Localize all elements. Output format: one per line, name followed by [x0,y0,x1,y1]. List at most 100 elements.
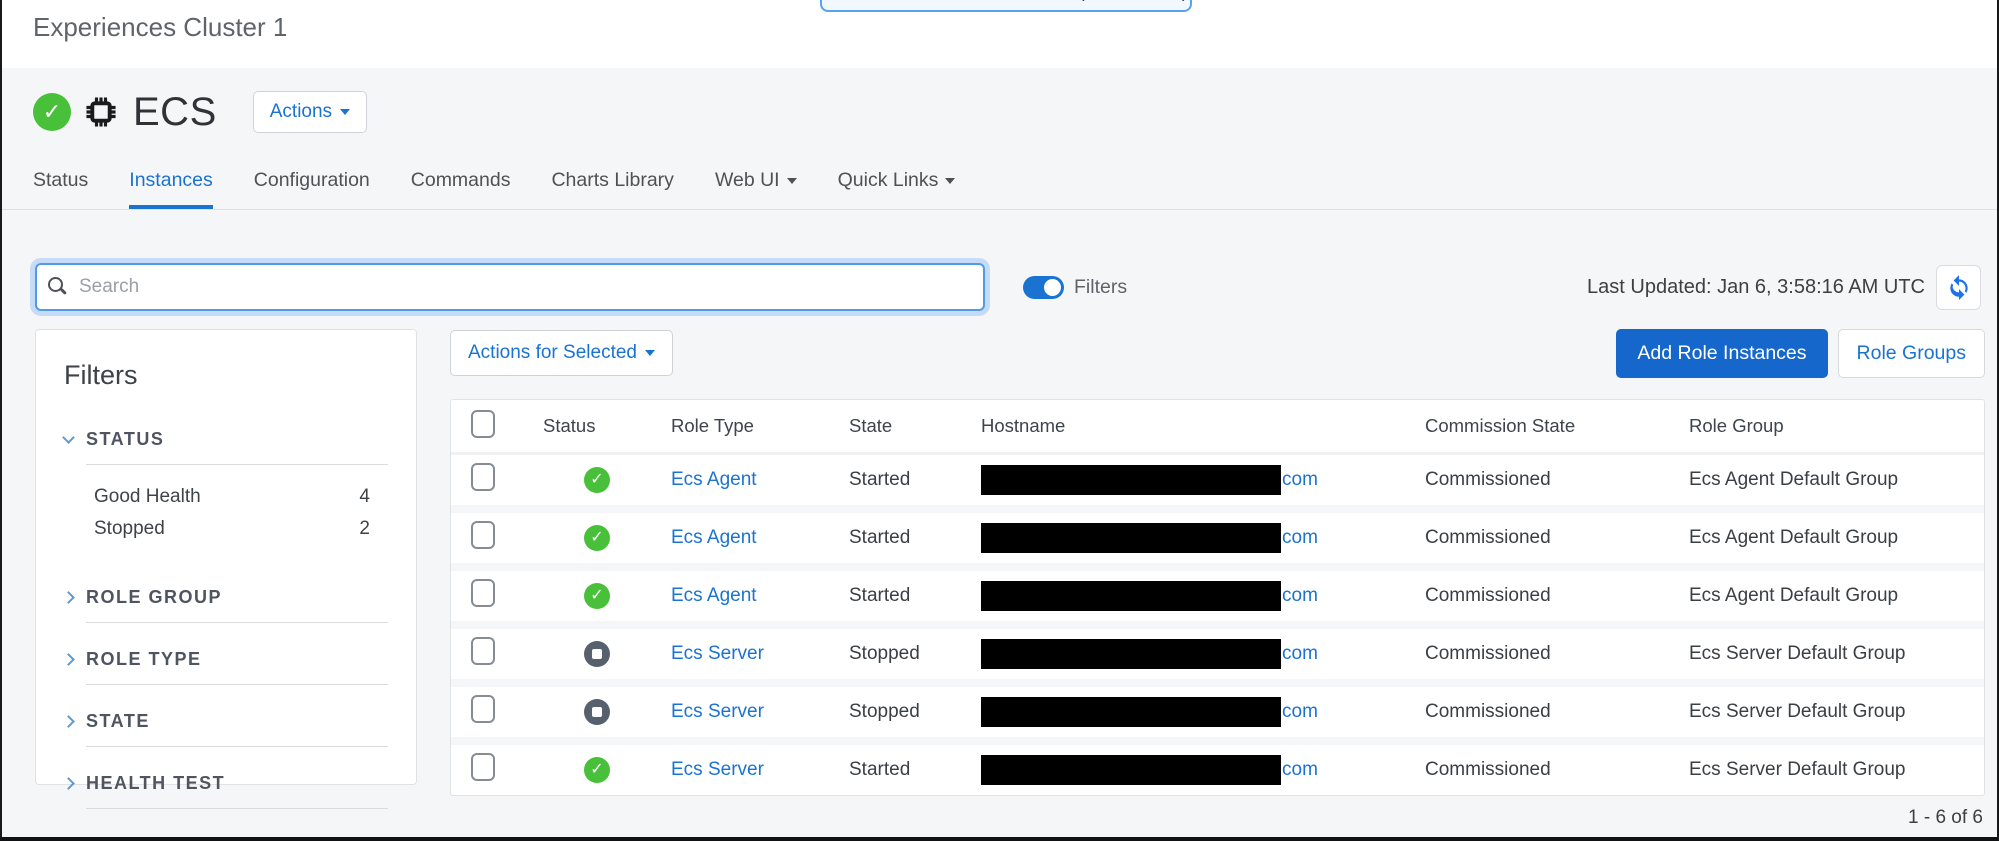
filter-section-state: STATE [64,711,388,747]
tab-status[interactable]: Status [33,169,88,209]
tab-bar: Status Instances Configuration Commands … [0,170,1999,210]
hostname-link[interactable]: com [1282,759,1318,781]
search-input[interactable] [35,263,985,311]
row-checkbox[interactable] [471,753,495,781]
filter-section-state-header[interactable]: STATE [64,711,388,732]
hostname-redaction [981,755,1281,785]
tab-charts-library[interactable]: Charts Library [551,169,673,209]
main-band: ✓ ECS Actions Status Instances Configura… [0,68,1999,841]
row-checkbox[interactable] [471,637,495,665]
table-row: Ecs Agent Started com Commissioned Ecs A… [451,571,1984,629]
add-role-instances-button[interactable]: Add Role Instances [1616,329,1827,378]
filter-section-health-test: HEALTH TEST [64,773,388,809]
filter-section-role-type-header[interactable]: ROLE TYPE [64,649,388,670]
parcel-version-button[interactable]: ECS 1.3.2 - /dcfs/sme-demo2 (2022-01-06) [820,0,1192,12]
role-group-value: Ecs Agent Default Group [1677,527,1984,549]
role-group-value: Ecs Agent Default Group [1677,585,1984,607]
hostname-redaction [981,639,1281,669]
role-type-link[interactable]: Ecs Agent [671,585,757,606]
filter-item-good-health[interactable]: Good Health 4 [94,481,388,513]
search-box [35,263,985,311]
tab-instances[interactable]: Instances [129,169,212,209]
filter-section-role-type: ROLE TYPE [64,649,388,685]
filter-item-stopped[interactable]: Stopped 2 [94,513,388,545]
tab-configuration[interactable]: Configuration [254,169,370,209]
role-type-link[interactable]: Ecs Agent [671,469,757,490]
filters-toggle-label: Filters [1074,276,1127,299]
row-checkbox[interactable] [471,695,495,723]
refresh-button[interactable] [1936,265,1981,310]
select-all-checkbox[interactable] [471,410,495,438]
commission-state-value: Commissioned [1413,585,1677,607]
tab-quick-links[interactable]: Quick Links [838,169,956,209]
hostname-link[interactable]: com [1282,469,1318,491]
instances-table-area: Actions for Selected Add Role Instances … [450,329,1985,829]
state-value: Started [839,585,973,607]
health-status-icon [584,757,610,783]
filter-section-status-header[interactable]: STATUS [64,429,388,450]
divider [86,622,388,623]
hostname-link[interactable]: com [1282,701,1318,723]
column-header-state: State [839,415,973,437]
role-groups-button[interactable]: Role Groups [1838,329,1985,378]
role-group-value: Ecs Agent Default Group [1677,469,1984,491]
row-checkbox[interactable] [471,521,495,549]
table-row: Ecs Server Stopped com Commissioned Ecs … [451,629,1984,687]
commission-state-value: Commissioned [1413,527,1677,549]
hostname-link[interactable]: com [1282,643,1318,665]
commission-state-value: Commissioned [1413,701,1677,723]
actions-for-selected-button[interactable]: Actions for Selected [450,330,673,376]
table-toolbar: Actions for Selected Add Role Instances … [450,329,1985,377]
hostname-link[interactable]: com [1282,585,1318,607]
divider [86,746,388,747]
search-toolbar: Filters Last Updated: Jan 6, 3:58:16 AM … [0,262,1999,312]
tab-web-ui[interactable]: Web UI [715,169,797,209]
table-row: Ecs Agent Started com Commissioned Ecs A… [451,455,1984,513]
filter-count: 4 [359,486,370,508]
column-header-role-type: Role Type [661,415,839,437]
chevron-icon [62,653,75,666]
filters-panel-title: Filters [64,360,388,391]
ecs-chip-icon [83,94,119,130]
role-type-link[interactable]: Ecs Server [671,643,764,664]
row-checkbox[interactable] [471,463,495,491]
chevron-icon [62,777,75,790]
chevron-icon [62,431,75,444]
hostname-link[interactable]: com [1282,527,1318,549]
last-updated-text: Last Updated: Jan 6, 3:58:16 AM UTC [1587,276,1925,299]
role-type-link[interactable]: Ecs Agent [671,527,757,548]
chevron-down-icon [787,178,797,184]
divider [86,464,388,465]
filter-section-health-test-header[interactable]: HEALTH TEST [64,773,388,794]
table-row: Ecs Server Stopped com Commissioned Ecs … [451,687,1984,745]
chevron-down-icon [340,109,350,115]
commission-state-value: Commissioned [1413,643,1677,665]
filter-section-role-group-header[interactable]: ROLE GROUP [64,587,388,608]
role-type-link[interactable]: Ecs Server [671,759,764,780]
state-value: Stopped [839,643,973,665]
service-header: ✓ ECS Actions [0,90,1999,134]
filter-section-status: STATUS Good Health 4 Stopped 2 [64,429,388,545]
commission-state-value: Commissioned [1413,759,1677,781]
page-title: Experiences Cluster 1 [33,12,287,43]
role-type-link[interactable]: Ecs Server [671,701,764,722]
column-header-role-group: Role Group [1677,415,1984,437]
hostname-redaction [981,581,1281,611]
state-value: Stopped [839,701,973,723]
role-group-value: Ecs Server Default Group [1677,643,1984,665]
toggle-knob-icon [1044,279,1061,296]
filter-items: Good Health 4 Stopped 2 [94,481,388,545]
commission-state-value: Commissioned [1413,469,1677,491]
row-checkbox[interactable] [471,579,495,607]
tab-commands[interactable]: Commands [411,169,511,209]
actions-button[interactable]: Actions [253,91,367,133]
chevron-down-icon [945,178,955,184]
filter-count: 2 [359,518,370,540]
service-name: ECS [133,90,217,135]
hostname-redaction [981,523,1281,553]
filters-toggle[interactable] [1023,276,1064,299]
health-status-icon [584,641,610,667]
health-status-icon [584,525,610,551]
health-status-icon [584,583,610,609]
instances-table: Status Role Type State Hostname Commissi… [450,399,1985,796]
